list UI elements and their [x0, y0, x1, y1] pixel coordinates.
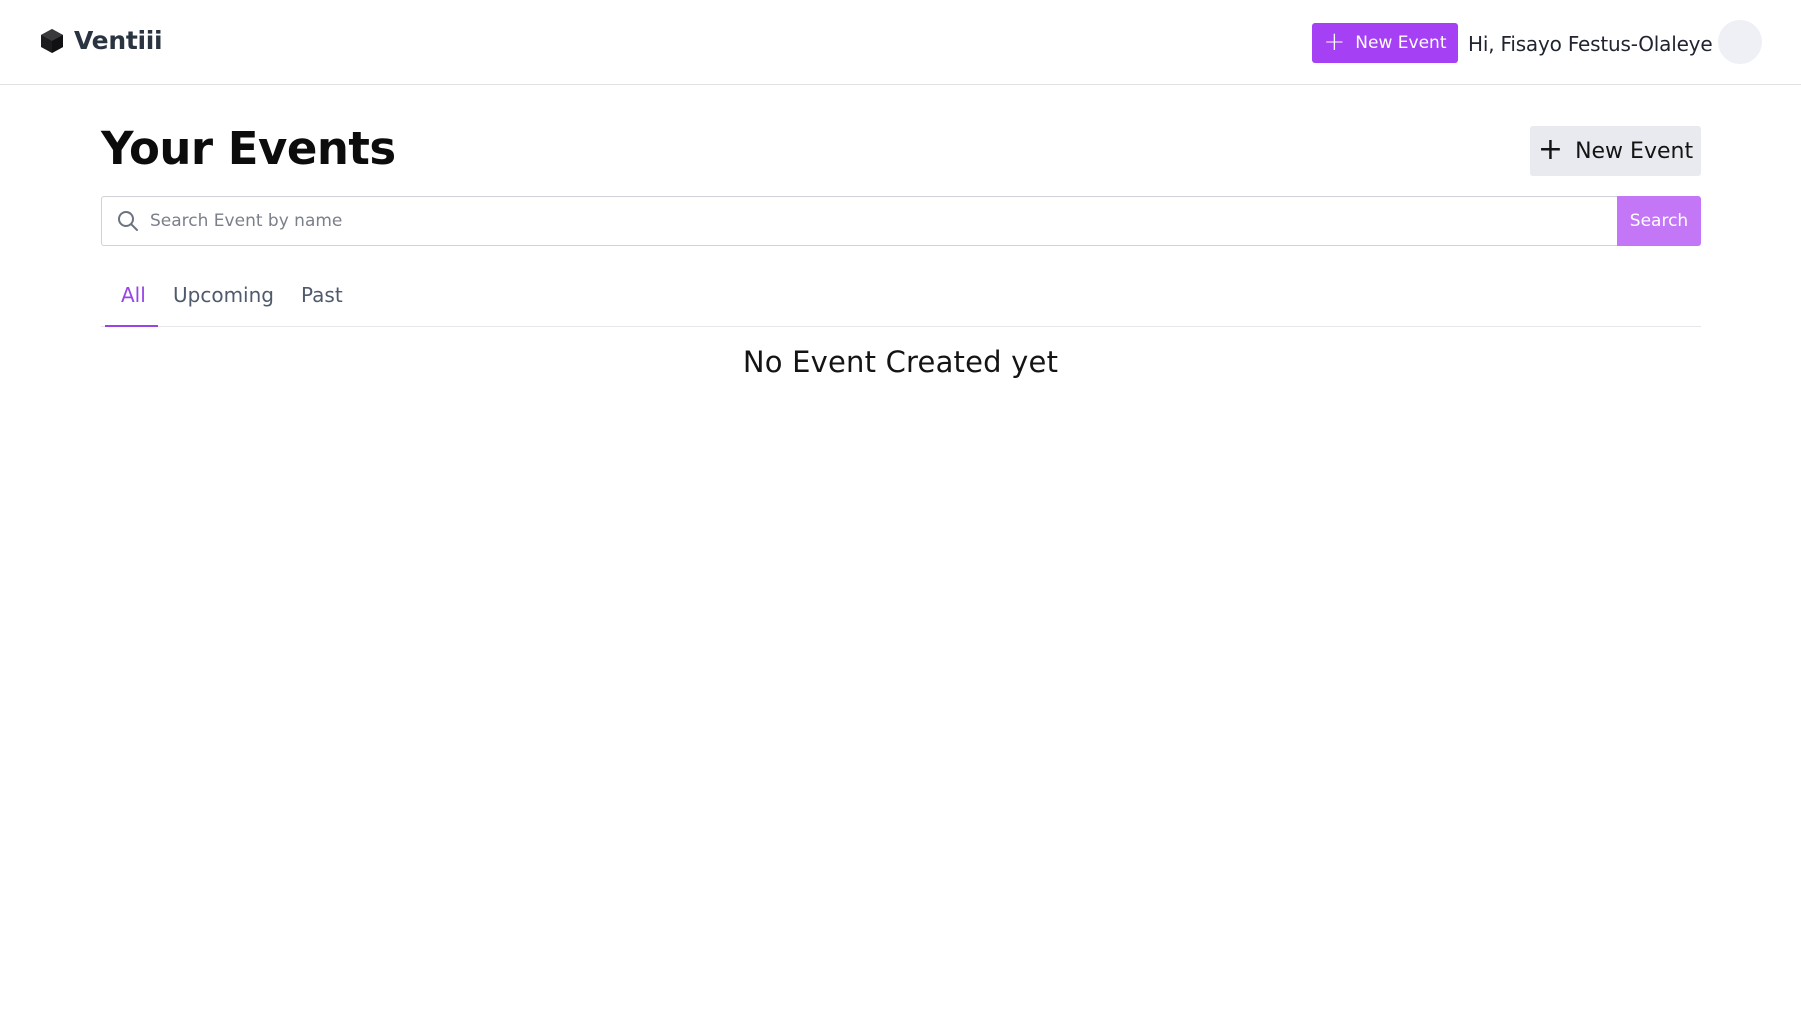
header-new-event-label: New Event [1355, 33, 1447, 53]
user-avatar[interactable] [1718, 20, 1762, 64]
new-event-label: New Event [1575, 138, 1694, 164]
tab-all[interactable]: All [121, 283, 146, 307]
cube-icon [41, 28, 63, 53]
empty-state-message: No Event Created yet [742, 345, 1059, 379]
user-greeting: Hi, Fisayo Festus-Olaleye [1468, 32, 1713, 56]
brand-name: Ventiii [74, 26, 163, 55]
tab-upcoming[interactable]: Upcoming [173, 283, 274, 307]
active-tab-indicator [105, 325, 158, 327]
page-title: Your Events [101, 122, 396, 175]
event-filter-tabs: All Upcoming Past [101, 277, 1701, 327]
plus-icon: + [1323, 27, 1346, 57]
header-new-event-button[interactable]: + New Event [1312, 23, 1458, 63]
search-icon [118, 211, 138, 231]
new-event-button[interactable]: + New Event [1530, 126, 1701, 176]
top-nav-bar: Ventiii + New Event Hi, Fisayo Festus-Ol… [0, 0, 1801, 85]
brand-logo[interactable]: Ventiii [40, 26, 163, 55]
plus-icon: + [1537, 131, 1564, 167]
search-box [101, 196, 1617, 246]
search-input[interactable] [150, 201, 1550, 241]
search-button[interactable]: Search [1617, 196, 1701, 246]
tab-past[interactable]: Past [301, 283, 343, 307]
